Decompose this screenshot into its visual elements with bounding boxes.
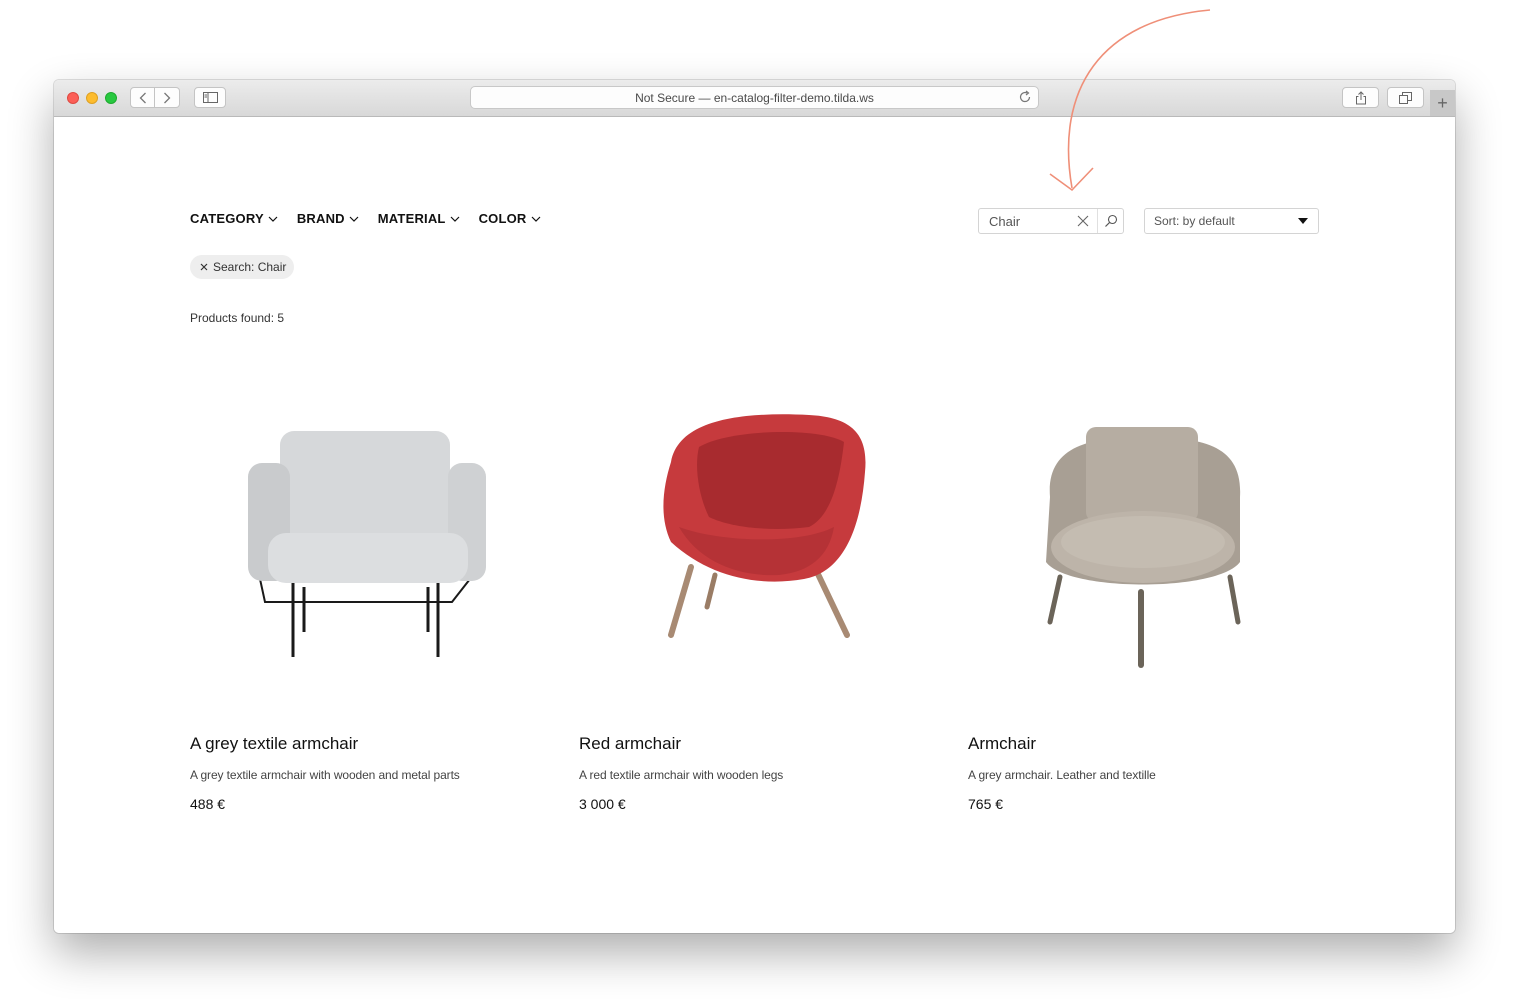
chip-label: Search: Chair	[213, 260, 287, 274]
product-card[interactable]: Armchair A grey armchair. Leather and te…	[968, 367, 1324, 812]
catalog-page: CATEGORY BRAND MATERIAL COLOR Sort:	[54, 117, 1455, 933]
url-host: en-catalog-filter-demo.tilda.ws	[713, 90, 874, 105]
product-description: A grey armchair. Leather and textille	[968, 768, 1156, 782]
active-search-filter-chip[interactable]: Search: Chair	[190, 255, 295, 279]
close-window-button[interactable]	[67, 92, 79, 104]
history-nav	[130, 87, 181, 108]
product-description: A red textile armchair with wooden legs	[579, 768, 784, 782]
grey-armchair-image	[248, 431, 486, 657]
filter-label: CATEGORY	[190, 211, 264, 226]
product-image[interactable]	[968, 367, 1324, 702]
filter-category-button[interactable]: CATEGORY	[190, 211, 278, 226]
sort-selected-label: Sort: by default	[1154, 214, 1235, 228]
forward-button[interactable]	[155, 87, 180, 108]
filter-color-button[interactable]: COLOR	[479, 211, 541, 226]
share-button[interactable]	[1342, 87, 1379, 108]
filter-bar: CATEGORY BRAND MATERIAL COLOR	[190, 211, 541, 226]
beige-armchair-image	[1046, 427, 1241, 668]
product-image[interactable]	[190, 367, 546, 702]
filter-label: BRAND	[296, 211, 345, 226]
tabs-icon	[1399, 91, 1412, 104]
chevron-down-icon	[531, 216, 540, 222]
product-card[interactable]: Red armchair A red textile armchair with…	[579, 367, 935, 812]
reload-icon[interactable]	[1018, 90, 1032, 104]
address-bar[interactable]: Not Secure — en-catalog-filter-demo.tild…	[470, 86, 1039, 109]
product-grid: A grey textile armchair A grey textile a…	[190, 367, 1324, 812]
search-divider	[1097, 209, 1098, 233]
browser-window: Not Secure — en-catalog-filter-demo.tild…	[54, 80, 1455, 933]
new-tab-button[interactable]: +	[1430, 90, 1455, 116]
search-box	[978, 208, 1124, 234]
share-icon	[1355, 90, 1366, 104]
product-price: 765 €	[968, 796, 1004, 812]
browser-toolbar: Not Secure — en-catalog-filter-demo.tild…	[54, 80, 1455, 117]
product-description: A grey textile armchair with wooden and …	[190, 768, 460, 782]
search-input[interactable]	[989, 213, 1071, 229]
caret-down-icon	[1298, 218, 1308, 224]
product-price: 488 €	[190, 796, 226, 812]
product-price: 3 000 €	[579, 796, 626, 812]
search-icon[interactable]	[1104, 214, 1118, 228]
remove-filter-icon[interactable]	[200, 263, 208, 271]
minimize-window-button[interactable]	[86, 92, 98, 104]
product-title[interactable]: Armchair	[968, 734, 1324, 754]
chevron-right-icon	[164, 92, 171, 103]
products-found-count: Products found: 5	[190, 311, 285, 325]
sort-dropdown[interactable]: Sort: by default	[1144, 208, 1319, 234]
sidebar-toggle-button[interactable]	[194, 87, 226, 108]
product-title[interactable]: Red armchair	[579, 734, 935, 754]
clear-search-icon[interactable]	[1077, 215, 1089, 227]
chevron-down-icon	[268, 216, 278, 222]
red-armchair-image	[663, 414, 866, 638]
product-card[interactable]: A grey textile armchair A grey textile a…	[190, 367, 546, 812]
chevron-left-icon	[139, 92, 146, 103]
zoom-window-button[interactable]	[105, 92, 117, 104]
filter-material-button[interactable]: MATERIAL	[378, 211, 460, 226]
filter-label: MATERIAL	[377, 211, 446, 226]
product-title[interactable]: A grey textile armchair	[190, 734, 546, 754]
filter-brand-button[interactable]: BRAND	[297, 211, 359, 226]
filter-label: COLOR	[478, 211, 527, 226]
chevron-down-icon	[450, 216, 460, 222]
tabs-overview-button[interactable]	[1387, 87, 1424, 108]
product-image[interactable]	[579, 367, 935, 702]
chevron-down-icon	[349, 216, 359, 222]
sidebar-icon	[202, 92, 218, 103]
url-security-label: Not Secure —	[635, 90, 711, 105]
back-button[interactable]	[130, 87, 155, 108]
